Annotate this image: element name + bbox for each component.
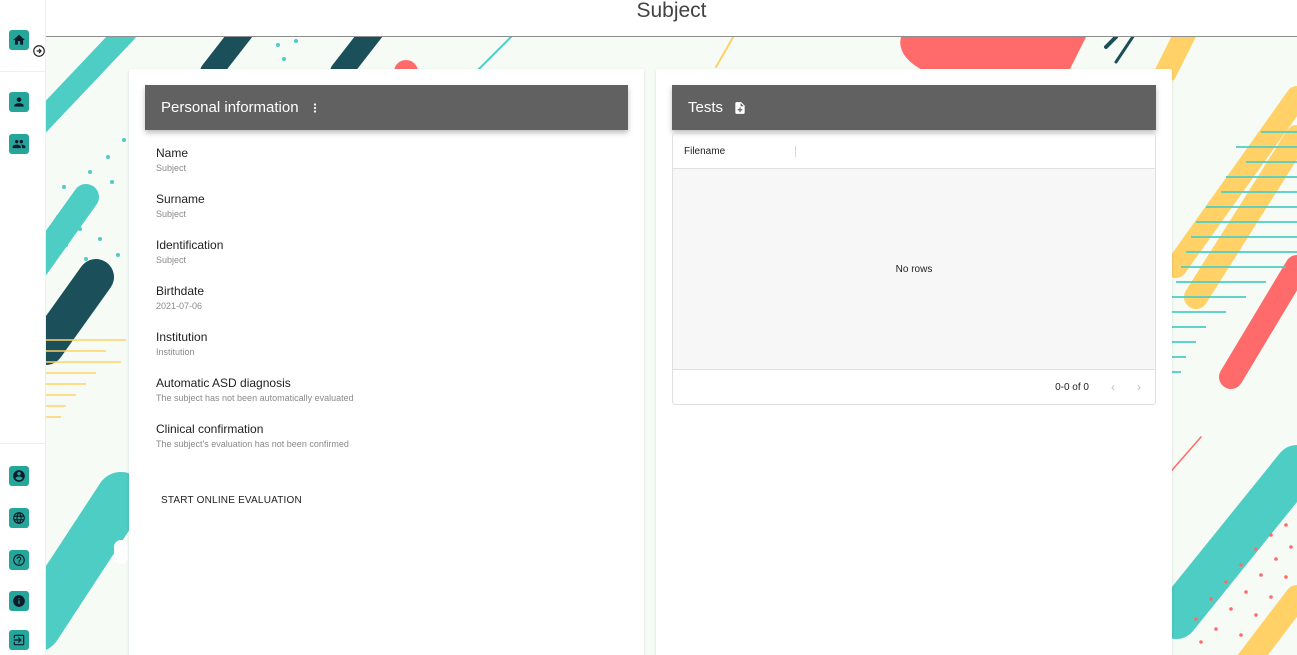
add-test-button[interactable] [733, 100, 747, 116]
info-button[interactable] [9, 591, 29, 611]
field-label: Institution [156, 330, 208, 344]
field-birthdate: Birthdate 2021-07-06 [156, 284, 354, 314]
field-label: Surname [156, 192, 205, 206]
expand-sidebar-button[interactable] [32, 44, 46, 58]
help-button[interactable] [9, 550, 29, 570]
field-value: The subject has not been automatically e… [156, 393, 354, 403]
field-value: Institution [156, 347, 195, 357]
page-title: Subject [636, 0, 707, 22]
column-separator[interactable] [795, 145, 797, 157]
field-clinical-confirmation: Clinical confirmation The subject's eval… [156, 422, 354, 452]
personal-information-panel: Personal information Name Subject Surnam… [129, 69, 644, 655]
field-identification: Identification Subject [156, 238, 354, 268]
account-button[interactable] [9, 466, 29, 486]
logout-button[interactable] [9, 630, 29, 650]
field-automatic-diagnosis: Automatic ASD diagnosis The subject has … [156, 376, 354, 406]
arrow-circle-right-icon [33, 45, 45, 57]
tests-panel: Tests Filename No rows 0-0 of 0 ‹ › [656, 69, 1172, 655]
language-button[interactable] [9, 508, 29, 528]
person-icon [14, 97, 24, 107]
tests-grid: Filename No rows 0-0 of 0 ‹ › [672, 133, 1156, 405]
sidebar-item-subjects[interactable] [9, 134, 29, 154]
personal-information-title: Personal information [161, 99, 299, 116]
field-label: Identification [156, 238, 224, 252]
field-label: Clinical confirmation [156, 422, 264, 436]
start-online-evaluation-button[interactable]: START ONLINE EVALUATION [161, 495, 302, 506]
people-icon [12, 139, 26, 149]
personal-fields: Name Subject Surname Subject Identificat… [156, 146, 354, 468]
personal-information-header: Personal information [145, 85, 628, 130]
globe-icon [13, 512, 25, 524]
next-page-button[interactable]: › [1137, 380, 1141, 394]
tests-title: Tests [688, 99, 724, 116]
sidebar-item-subject[interactable] [9, 92, 29, 112]
column-header-filename[interactable]: Filename [684, 146, 725, 157]
empty-state-text: No rows [895, 263, 933, 275]
field-value: Subject [156, 163, 187, 173]
pagination-label: 0-0 of 0 [1055, 381, 1089, 393]
previous-page-button[interactable]: ‹ [1111, 380, 1115, 394]
field-surname: Surname Subject [156, 192, 354, 222]
grid-body: No rows [673, 169, 1155, 369]
home-button[interactable] [9, 30, 29, 50]
more-options-button[interactable] [309, 101, 321, 115]
sidebar-divider [0, 443, 46, 444]
sidebar [0, 0, 46, 655]
field-name: Name Subject [156, 146, 354, 176]
app-header: Subject [46, 0, 1297, 37]
more-vertical-icon [313, 102, 316, 113]
field-label: Birthdate [156, 284, 205, 298]
field-value: The subject's evaluation has not been co… [156, 439, 349, 449]
field-label: Name [156, 146, 189, 160]
sidebar-divider [0, 71, 46, 72]
tests-header: Tests [672, 85, 1156, 130]
info-icon [13, 595, 25, 607]
field-value: 2021-07-06 [156, 301, 203, 311]
field-institution: Institution Institution [156, 330, 354, 360]
field-value: Subject [156, 255, 187, 265]
logout-icon [13, 634, 25, 646]
file-add-icon [735, 101, 745, 114]
grid-footer: 0-0 of 0 ‹ › [673, 369, 1155, 404]
field-label: Automatic ASD diagnosis [156, 376, 291, 390]
grid-header: Filename [673, 134, 1155, 169]
field-value: Subject [156, 209, 187, 219]
home-icon [13, 34, 25, 45]
help-icon [13, 554, 25, 566]
account-circle-icon [13, 470, 25, 482]
